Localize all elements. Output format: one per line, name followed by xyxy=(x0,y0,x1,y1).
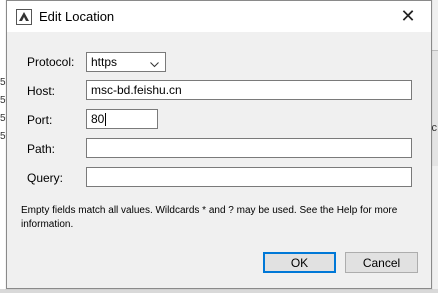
help-text: Empty fields match all values. Wildcards… xyxy=(21,205,398,230)
edit-location-dialog: Edit Location ✕ Protocol: https Host: Po… xyxy=(6,0,432,289)
title-bar[interactable]: Edit Location ✕ xyxy=(7,1,431,32)
close-button[interactable]: ✕ xyxy=(385,1,431,32)
query-label: Query: xyxy=(27,171,64,185)
app-icon xyxy=(16,9,32,25)
dialog-title: Edit Location xyxy=(39,9,115,24)
cancel-button[interactable]: Cancel xyxy=(345,252,418,273)
close-icon: ✕ xyxy=(400,6,416,26)
path-label: Path: xyxy=(27,142,56,156)
port-label: Port: xyxy=(27,113,53,127)
port-value: 80 xyxy=(91,112,105,126)
background-window-bottom xyxy=(0,289,438,293)
text-caret xyxy=(105,112,107,126)
query-input[interactable] xyxy=(86,167,412,187)
host-label: Host: xyxy=(27,84,56,98)
port-input[interactable]: 80 xyxy=(86,109,158,129)
protocol-label: Protocol: xyxy=(27,55,75,69)
protocol-value: https xyxy=(91,55,118,69)
ok-button[interactable]: OK xyxy=(263,252,336,273)
path-input[interactable] xyxy=(86,138,412,158)
chevron-down-icon xyxy=(150,58,159,68)
protocol-select[interactable]: https xyxy=(86,52,166,72)
host-input[interactable] xyxy=(86,80,412,100)
